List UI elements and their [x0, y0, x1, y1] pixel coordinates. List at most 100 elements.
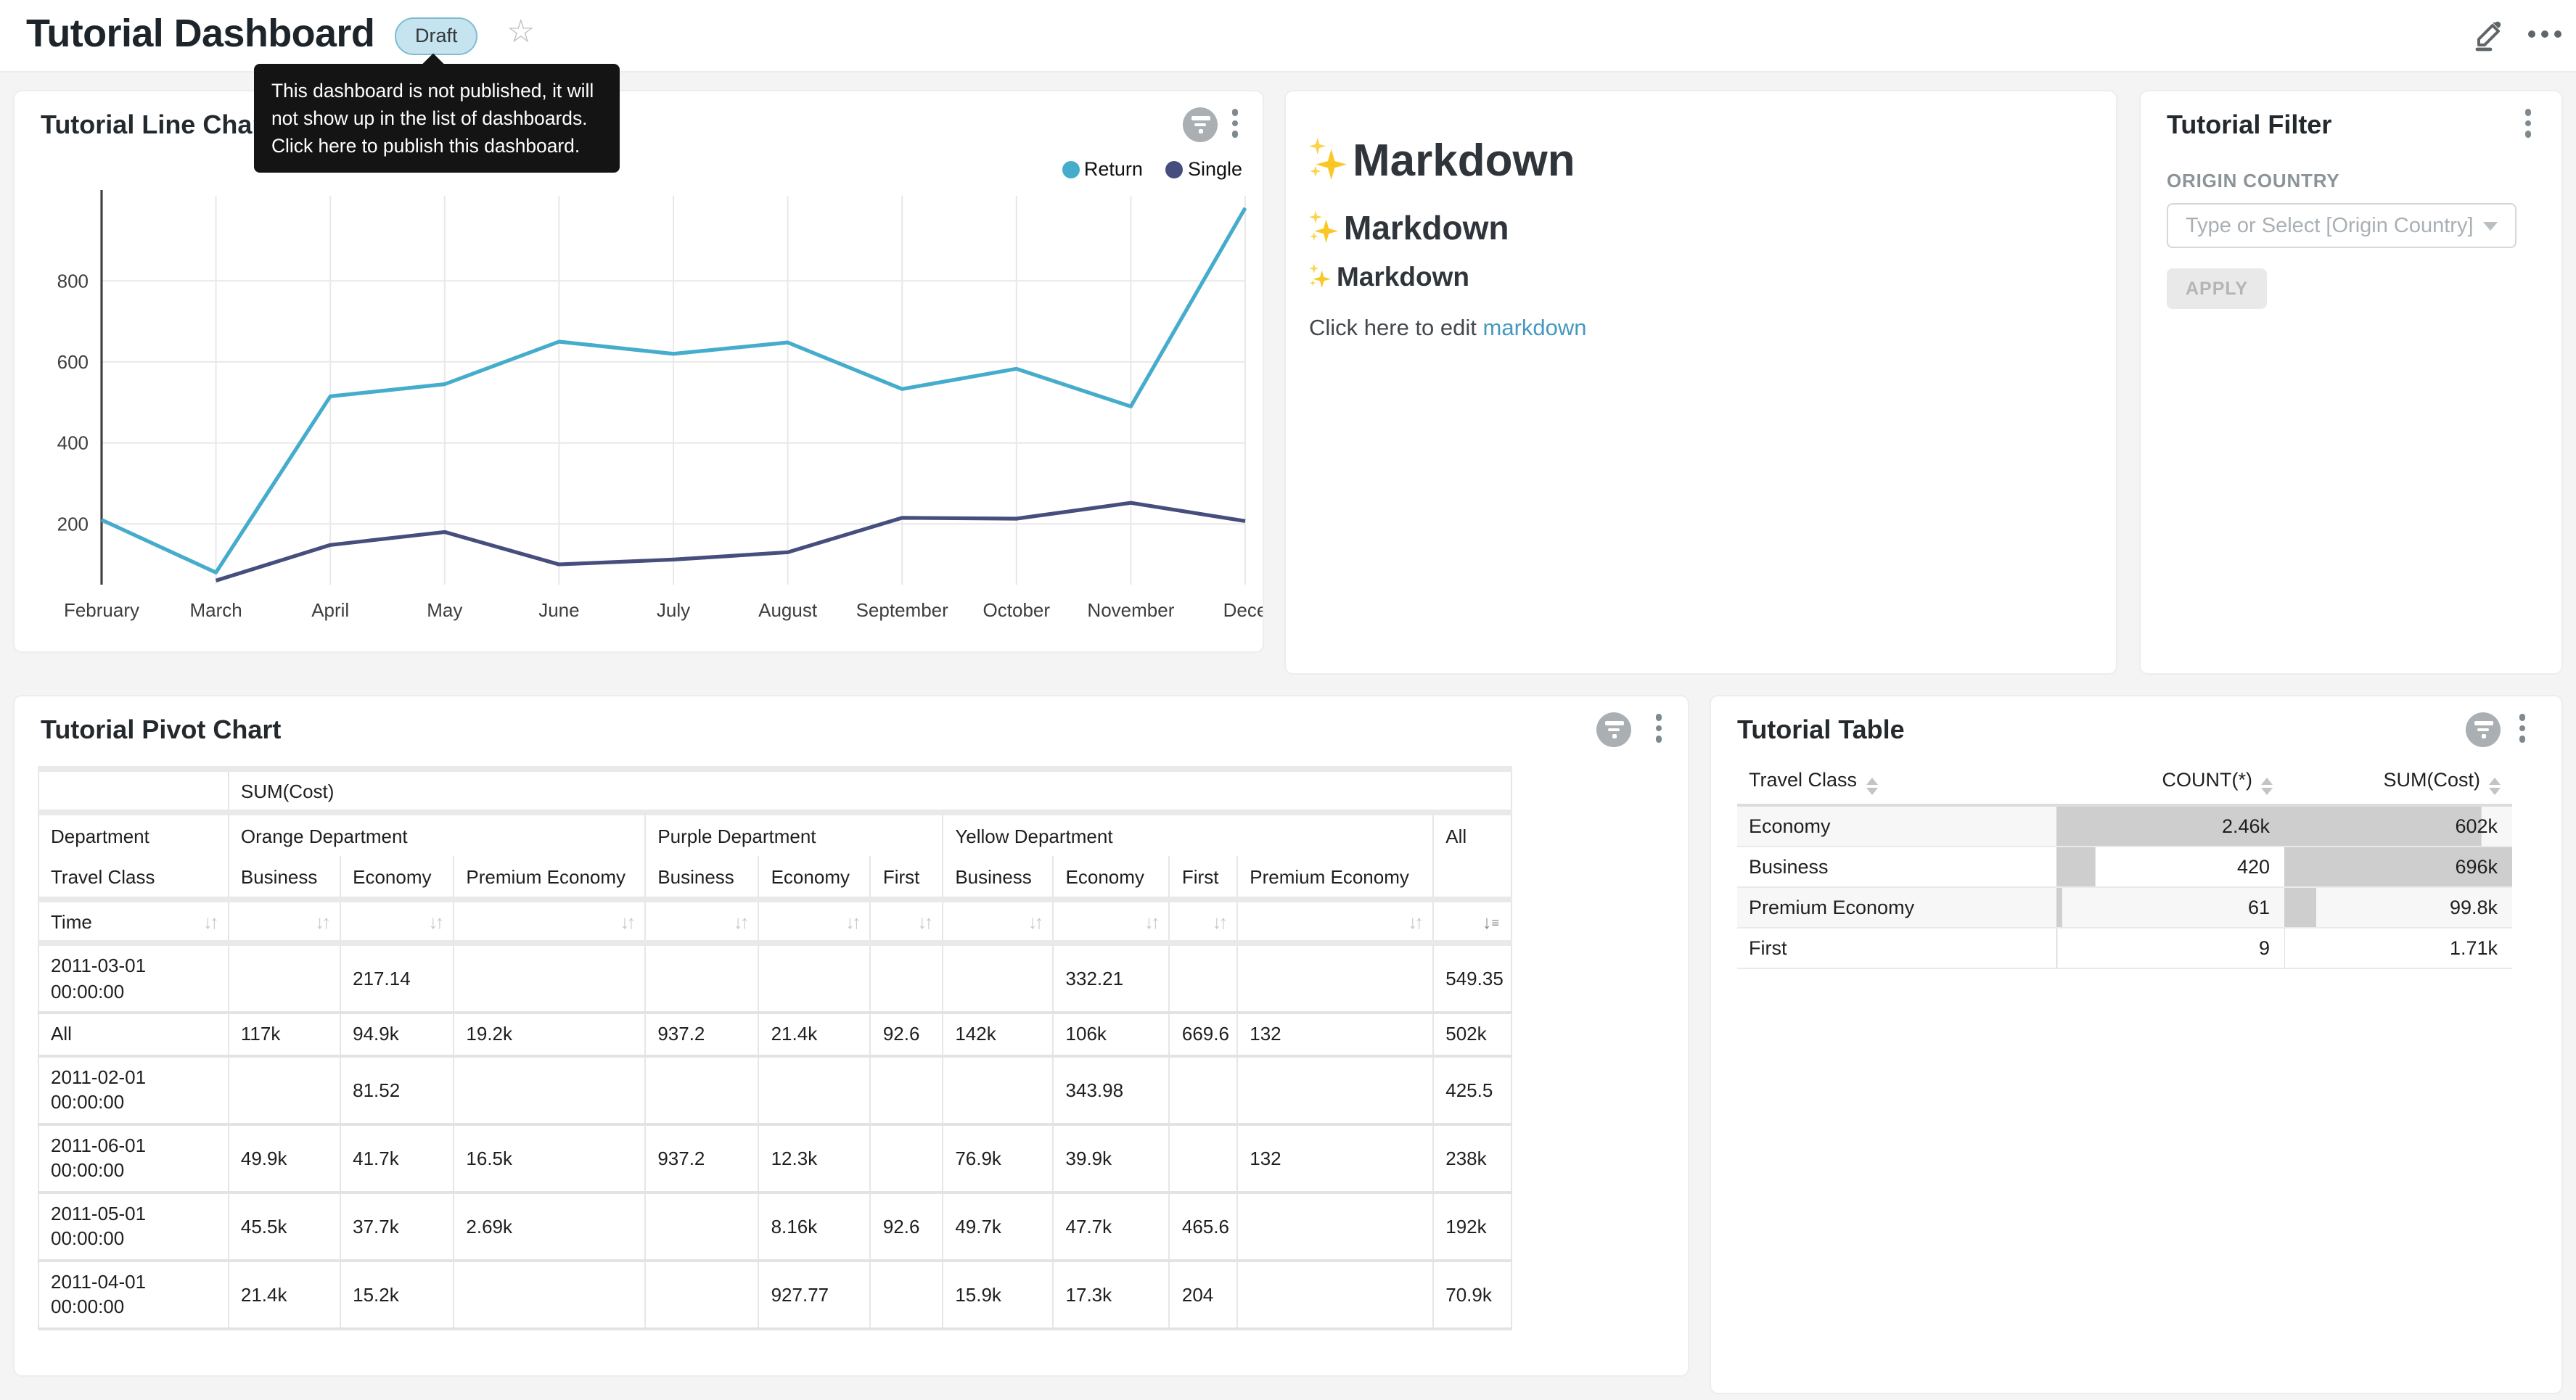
- pivot-cell: 49.9k: [229, 1124, 340, 1192]
- pivot-cell: 332.21: [1054, 943, 1170, 1013]
- sort-desc-icon[interactable]: ↓≡: [1482, 910, 1499, 932]
- sort-icon[interactable]: ↓↑: [1212, 910, 1225, 932]
- table-row: Economy2.46k602k: [1737, 805, 2512, 846]
- table-row: First91.71k: [1737, 927, 2512, 968]
- column-header-travel-class[interactable]: Travel Class: [1737, 760, 2056, 805]
- sort-icon[interactable]: ↓↑: [1144, 910, 1157, 932]
- pivot-sort-cell: ↓↑: [229, 899, 340, 943]
- pivot-time-header: Time↓↑: [38, 899, 229, 943]
- pivot-cell: 2.69k: [454, 1193, 645, 1261]
- travel-class-table: Travel ClassCOUNT(*)SUM(Cost)Economy2.46…: [1737, 760, 2512, 968]
- edit-markdown-link[interactable]: markdown: [1483, 316, 1587, 341]
- table-row: Premium Economy6199.8k: [1737, 886, 2512, 927]
- table-grid: Travel ClassCOUNT(*)SUM(Cost)Economy2.46…: [1737, 760, 2512, 968]
- card-menu-icon[interactable]: [2512, 714, 2532, 742]
- pivot-group-header: Orange Department: [229, 812, 645, 856]
- card-menu-icon[interactable]: [2518, 109, 2538, 137]
- table-card: Tutorial Table Travel ClassCOUNT(*)SUM(C…: [1710, 695, 2563, 1394]
- y-axis-tick: 200: [57, 513, 89, 535]
- pivot-group-header: All: [1433, 812, 1511, 856]
- pivot-class-header: First: [1170, 856, 1237, 899]
- pivot-row: 2011-04-01 00:00:0021.4k15.2k927.7715.9k…: [38, 1261, 1511, 1329]
- sort-icon[interactable]: ↓↑: [428, 910, 441, 932]
- origin-country-select[interactable]: Type or Select [Origin Country]: [2167, 203, 2516, 248]
- pivot-row-label: All: [38, 1013, 229, 1055]
- sort-icon[interactable]: ↓↑: [1028, 910, 1041, 932]
- sort-icon[interactable]: ↓↑: [734, 910, 747, 932]
- pivot-sort-cell: ↓↑: [454, 899, 645, 943]
- pivot-row: 2011-02-01 00:00:0081.52343.98425.5: [38, 1055, 1511, 1124]
- pivot-class-header: Premium Economy: [454, 856, 645, 899]
- pivot-row: 2011-03-01 00:00:00217.14332.21549.35: [38, 943, 1511, 1013]
- sort-desc-bars: ≡: [1491, 915, 1499, 929]
- apply-button[interactable]: APPLY: [2167, 268, 2267, 309]
- table-card-title: Tutorial Table: [1737, 715, 1905, 746]
- pivot-sort-cell: ↓↑: [1170, 899, 1237, 943]
- markdown-heading-1: Markdown: [1309, 135, 1575, 187]
- pivot-class-header: Business: [645, 856, 758, 899]
- draft-status-badge[interactable]: Draft: [395, 17, 478, 55]
- pivot-cell: 17.3k: [1054, 1261, 1170, 1329]
- pivot-class-header: Business: [229, 856, 340, 899]
- sort-icon[interactable]: ↓↑: [203, 910, 216, 932]
- pivot-class-header: Economy: [1054, 856, 1170, 899]
- x-axis-label: May: [427, 599, 462, 621]
- edit-dashboard-icon[interactable]: [2472, 17, 2506, 52]
- pivot-sort-cell: ↓↑: [943, 899, 1053, 943]
- favorite-star-icon[interactable]: ☆: [506, 13, 535, 51]
- pivot-cell: 8.16k: [759, 1193, 871, 1261]
- filter-indicator-icon[interactable]: [1596, 712, 1631, 747]
- x-axis-label: March: [189, 599, 242, 621]
- pivot-cell: 21.4k: [759, 1013, 871, 1055]
- series-line-single[interactable]: [216, 503, 1245, 580]
- x-axis-label: July: [657, 599, 690, 621]
- pivot-cell: 343.98: [1054, 1055, 1170, 1124]
- pivot-cell: 49.7k: [943, 1193, 1053, 1261]
- y-axis-tick: 400: [57, 432, 89, 454]
- tooltip-text: This dashboard is not published, it will…: [271, 80, 594, 157]
- pivot-row: 2011-05-01 00:00:0045.5k37.7k2.69k8.16k9…: [38, 1193, 1511, 1261]
- x-axis-label: August: [758, 599, 818, 621]
- line-chart-plot[interactable]: 200400600800FebruaryMarchAprilMayJuneJul…: [15, 91, 1263, 646]
- pivot-group-header: Purple Department: [645, 812, 943, 856]
- sort-icon[interactable]: ↓↑: [845, 910, 858, 932]
- sort-icon[interactable]: ↓↑: [917, 910, 930, 932]
- sum-cell: 602k: [2284, 805, 2512, 846]
- pivot-cell: 81.52: [340, 1055, 454, 1124]
- filter-indicator-icon[interactable]: [2466, 712, 2501, 747]
- publish-tooltip[interactable]: This dashboard is not published, it will…: [254, 64, 620, 173]
- pivot-class-header: Premium Economy: [1237, 856, 1433, 899]
- sort-icon[interactable]: ↓↑: [315, 910, 328, 932]
- sort-icon[interactable]: ↓↑: [1408, 910, 1421, 932]
- more-options-icon[interactable]: [2528, 30, 2561, 38]
- table-row: Business420696k: [1737, 846, 2512, 886]
- pivot-table: SUM(Cost)DepartmentOrange DepartmentPurp…: [38, 766, 1512, 1330]
- pivot-row: 2011-06-01 00:00:0049.9k41.7k16.5k937.21…: [38, 1124, 1511, 1192]
- pivot-cell: [943, 1055, 1053, 1124]
- x-axis-label: June: [538, 599, 579, 621]
- card-menu-icon[interactable]: [1649, 714, 1669, 742]
- travel-class-cell: Economy: [1737, 805, 2056, 846]
- pivot-cell: 106k: [1054, 1013, 1170, 1055]
- chevron-down-icon: [2483, 221, 2498, 230]
- pivot-cell: [454, 1055, 645, 1124]
- sort-icon[interactable]: ↓↑: [620, 910, 633, 932]
- pivot-cell: 425.5: [1433, 1055, 1511, 1124]
- column-header-count-[interactable]: COUNT(*): [2056, 760, 2284, 805]
- pivot-cell: 192k: [1433, 1193, 1511, 1261]
- sort-carets-icon: [2489, 778, 2501, 795]
- pivot-group-header: Yellow Department: [943, 812, 1433, 856]
- markdown-heading-3: Markdown: [1309, 261, 1469, 293]
- sparkles-icon: [1309, 266, 1331, 288]
- travel-class-cell: First: [1737, 927, 2056, 968]
- column-header-sum-cost-[interactable]: SUM(Cost): [2284, 760, 2512, 805]
- pivot-cell: 92.6: [871, 1193, 943, 1261]
- pivot-cell: 15.2k: [340, 1261, 454, 1329]
- pivot-cell: [1170, 943, 1237, 1013]
- pivot-cell: 117k: [229, 1013, 340, 1055]
- pivot-cell: 217.14: [340, 943, 454, 1013]
- x-axis-label: October: [983, 599, 1051, 621]
- pivot-cell: [1170, 1124, 1237, 1192]
- sparkles-icon: [1309, 214, 1338, 243]
- count-cell: 61: [2056, 886, 2284, 927]
